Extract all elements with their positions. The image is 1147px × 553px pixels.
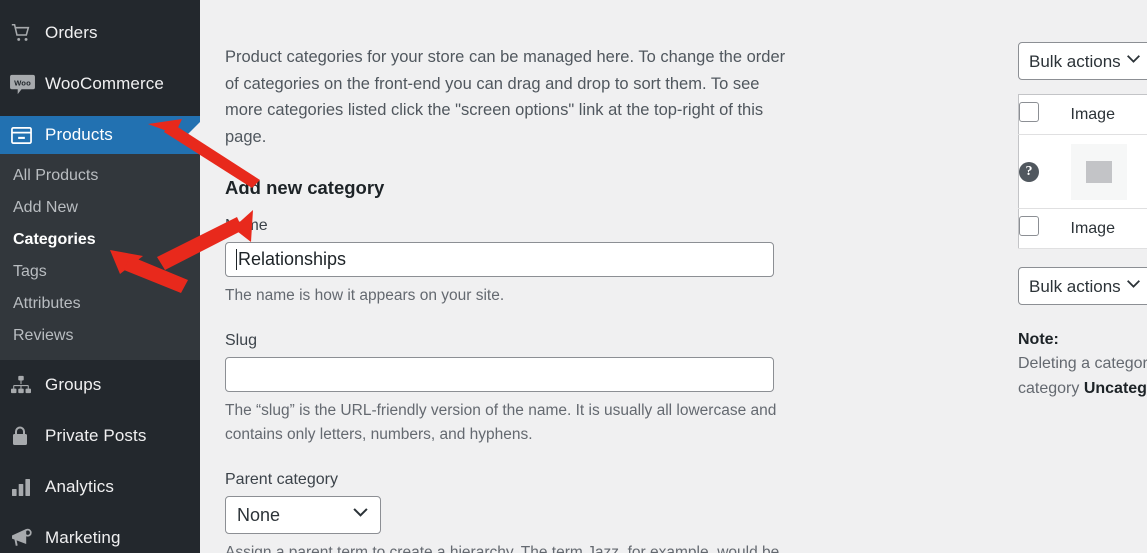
- field-name: Name Relationships The name is how it ap…: [225, 217, 800, 308]
- bulk-actions-select-bottom[interactable]: Bulk actions: [1018, 267, 1147, 305]
- sidebar-item-all-products[interactable]: All Products: [0, 160, 200, 192]
- bulk-actions-top-wrap: Bulk actions: [1018, 42, 1147, 80]
- slug-input[interactable]: [225, 357, 774, 393]
- column-footer-image: Image: [1070, 208, 1147, 249]
- parent-category-select[interactable]: None: [225, 496, 381, 535]
- select-all-header: [1018, 94, 1071, 135]
- name-input[interactable]: Relationships: [225, 241, 774, 277]
- sidebar-item-orders[interactable]: Orders: [0, 14, 200, 52]
- row-help-cell: ?: [1018, 134, 1071, 209]
- bulk-actions-select-top[interactable]: Bulk actions: [1018, 42, 1147, 80]
- sitemap-icon: [10, 373, 40, 397]
- bar-chart-icon: [10, 475, 40, 499]
- sidebar-item-attributes[interactable]: Attributes: [0, 288, 200, 320]
- column-header-image: Image: [1070, 94, 1147, 135]
- main-content: Product categories for your store can be…: [200, 0, 1147, 553]
- bulk-actions-bottom-wrap: Bulk actions: [1018, 267, 1147, 305]
- categories-table: Image Name ?: [1018, 94, 1147, 249]
- sidebar-item-products[interactable]: Products: [0, 116, 200, 154]
- table-row: ? Uncategorized: [1018, 134, 1147, 209]
- parent-category-select-wrap: None: [225, 496, 381, 535]
- sidebar-item-label-woocommerce: WooCommerce: [45, 74, 164, 93]
- note-line-2: category Uncategorized.: [1018, 376, 1147, 401]
- sidebar-top-group: Engagements Orders Woo: [0, 0, 200, 154]
- field-slug: Slug The “slug” is the URL-friendly vers…: [225, 332, 800, 447]
- svg-text:Woo: Woo: [14, 78, 31, 87]
- sidebar-item-engagements[interactable]: Engagements: [0, 0, 200, 1]
- tablenav-top: Bulk actions Apply: [1018, 0, 1147, 80]
- admin-screen: Engagements Orders Woo: [0, 0, 1147, 553]
- page-title: Add new category: [225, 176, 385, 198]
- add-category-form: Product categories for your store can be…: [225, 0, 800, 553]
- sidebar-item-categories[interactable]: Categories: [0, 224, 200, 256]
- sidebar-item-label-private-posts: Private Posts: [45, 426, 147, 445]
- sidebar-item-marketing[interactable]: Marketing: [0, 519, 200, 553]
- note-title: Note:: [1018, 331, 1059, 348]
- name-input-value: Relationships: [238, 248, 347, 269]
- help-name: The name is how it appears on your site.: [225, 286, 505, 304]
- cart-icon: [10, 21, 40, 45]
- page-intro-text: Product categories for your store can be…: [225, 48, 786, 147]
- sidebar-item-woocommerce[interactable]: Woo WooCommerce: [0, 65, 200, 103]
- help-question-icon[interactable]: ?: [1019, 161, 1039, 182]
- help-parent-category: Assign a parent term to create a hierarc…: [225, 544, 780, 553]
- sidebar-item-label-products: Products: [45, 125, 113, 144]
- table-header-row: Image Name: [1018, 94, 1147, 135]
- sidebar-item-label-marketing: Marketing: [45, 528, 121, 547]
- delete-note: Note: Deleting a category does not delet…: [1018, 331, 1147, 402]
- select-all-checkbox-footer[interactable]: [1019, 216, 1039, 236]
- lock-icon: [10, 424, 40, 448]
- sidebar-item-private-posts[interactable]: Private Posts: [0, 417, 200, 455]
- note-line-1: Deleting a category does not delete the …: [1018, 355, 1147, 372]
- sidebar-item-label-groups: Groups: [45, 375, 102, 394]
- select-all-checkbox[interactable]: [1019, 102, 1039, 122]
- select-all-footer-header: [1018, 208, 1071, 249]
- sidebar-item-label-analytics: Analytics: [45, 477, 114, 496]
- label-name: Name: [225, 216, 268, 234]
- help-slug: The “slug” is the URL-friendly version o…: [225, 402, 777, 444]
- table-body: ? Uncategorized: [1018, 134, 1147, 209]
- sidebar-item-reviews[interactable]: Reviews: [0, 320, 200, 352]
- note-line-2-bold: Uncategorized: [1083, 380, 1147, 398]
- sidebar-item-label-orders: Orders: [45, 23, 98, 42]
- engagements-icon: [10, 0, 40, 3]
- row-image-cell: [1070, 134, 1147, 209]
- image-placeholder-icon: [1070, 143, 1127, 200]
- sidebar-item-tags[interactable]: Tags: [0, 256, 200, 288]
- sidebar-submenu-products: All Products Add New Categories Tags Att…: [0, 154, 200, 360]
- table-footer-row: Image Name: [1018, 208, 1147, 249]
- label-parent-category: Parent category: [225, 471, 338, 489]
- admin-sidebar: Engagements Orders Woo: [0, 0, 200, 553]
- note-line-2-prefix: category: [1018, 380, 1084, 398]
- table-foot: Image Name: [1018, 208, 1147, 249]
- field-parent-category: Parent category None Assign a parent ter…: [225, 471, 800, 553]
- woo-icon: Woo: [10, 72, 40, 96]
- sidebar-item-analytics[interactable]: Analytics: [0, 468, 200, 506]
- tablenav-bottom: Bulk actions Apply: [1018, 249, 1147, 305]
- label-slug: Slug: [225, 332, 258, 350]
- note-text: Deleting a category does not delete the …: [1018, 351, 1147, 402]
- sidebar-item-groups[interactable]: Groups: [0, 366, 200, 404]
- text-caret: [236, 248, 237, 270]
- sidebar-bottom-group: Groups Private Posts Analytics Marketing: [0, 360, 200, 553]
- products-box-icon: [10, 123, 40, 147]
- sidebar-item-add-new[interactable]: Add New: [0, 192, 200, 224]
- megaphone-icon: [10, 526, 40, 550]
- table-head: Image Name: [1018, 94, 1147, 135]
- categories-list-panel: Bulk actions Apply Im: [1018, 0, 1147, 402]
- sidebar-item-label-engagements: Engagements: [40, 0, 151, 1]
